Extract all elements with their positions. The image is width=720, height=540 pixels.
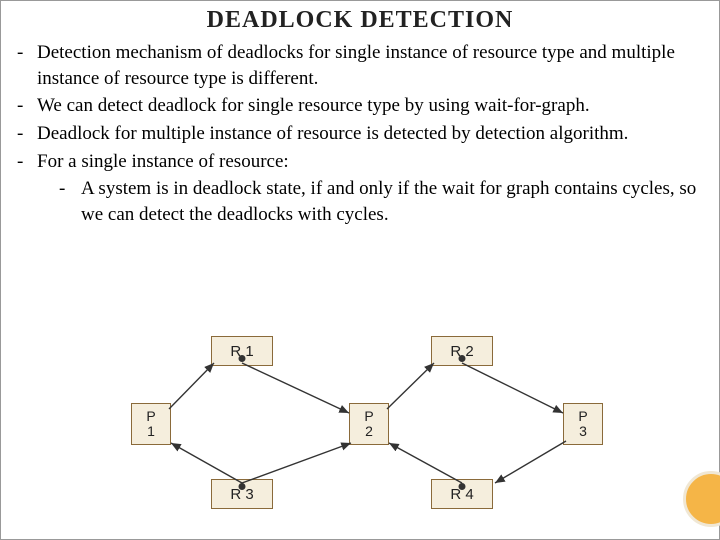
resource-node-r1: R 1: [211, 336, 273, 366]
bullet-text: We can detect deadlock for single resour…: [37, 93, 705, 119]
edge-p2-r2: [387, 363, 434, 409]
bullet-dash: -: [15, 121, 37, 147]
bullet-text: Detection mechanism of deadlocks for sin…: [37, 40, 705, 91]
list-item: - A system is in deadlock state, if and …: [59, 176, 705, 227]
edge-p1-r1: [169, 363, 214, 409]
instance-dot-icon: [239, 483, 246, 490]
list-item: - For a single instance of resource:: [15, 149, 705, 175]
resource-node-r4: R 4: [431, 479, 493, 509]
edge-r2-p3: [462, 363, 563, 413]
slide: DEADLOCK DETECTION - Detection mechanism…: [0, 0, 720, 540]
slide-title: DEADLOCK DETECTION: [15, 7, 705, 34]
bullet-dash: -: [15, 149, 37, 175]
sub-bullet-list: - A system is in deadlock state, if and …: [59, 176, 705, 227]
resource-node-r3: R 3: [211, 479, 273, 509]
instance-dot-icon: [459, 355, 466, 362]
node-label: P 3: [578, 409, 587, 440]
bullet-list: - Detection mechanism of deadlocks for s…: [15, 40, 705, 227]
instance-dot-icon: [239, 355, 246, 362]
edge-p3-r4: [495, 441, 566, 483]
list-item: - Detection mechanism of deadlocks for s…: [15, 40, 705, 91]
node-label: P 1: [146, 409, 155, 440]
node-label: P 2: [364, 409, 373, 440]
process-node-p3: P 3: [563, 403, 603, 445]
resource-node-r2: R 2: [431, 336, 493, 366]
edge-r3-p1: [171, 443, 242, 483]
bullet-dash: -: [15, 40, 37, 91]
resource-allocation-graph: R 1 R 2 P 1 P 2 P 3 R 3 R 4: [1, 331, 720, 531]
bullet-dash: -: [59, 176, 81, 227]
bullet-dash: -: [15, 93, 37, 119]
instance-dot-icon: [459, 483, 466, 490]
process-node-p1: P 1: [131, 403, 171, 445]
list-item: - Deadlock for multiple instance of reso…: [15, 121, 705, 147]
process-node-p2: P 2: [349, 403, 389, 445]
edge-r3-p2: [242, 443, 351, 483]
list-item: - We can detect deadlock for single reso…: [15, 93, 705, 119]
bullet-text: Deadlock for multiple instance of resour…: [37, 121, 705, 147]
bullet-text: For a single instance of resource:: [37, 149, 705, 175]
edge-r1-p2: [242, 363, 349, 413]
edge-r4-p2: [389, 443, 462, 483]
bullet-text: A system is in deadlock state, if and on…: [81, 176, 705, 227]
